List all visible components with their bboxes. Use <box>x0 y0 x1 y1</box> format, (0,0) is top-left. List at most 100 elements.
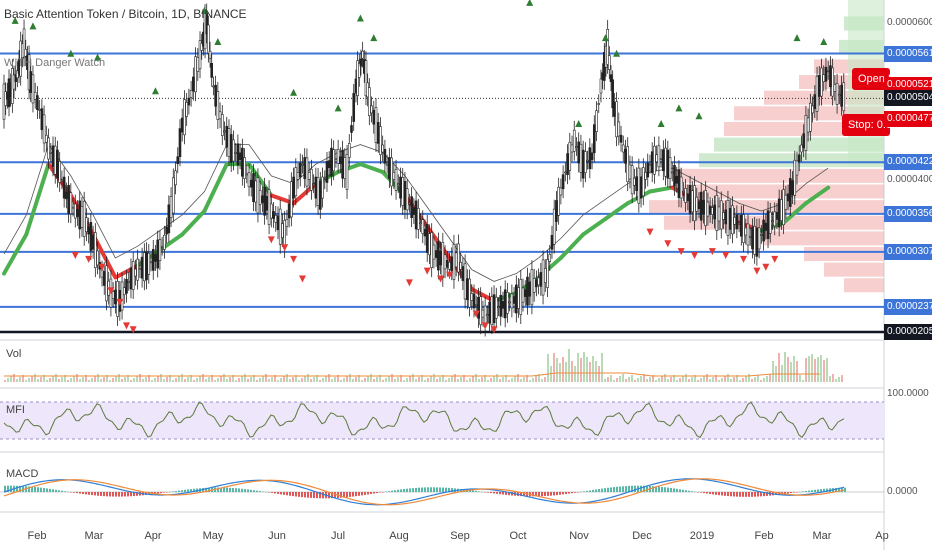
price-candle-body <box>543 268 547 283</box>
volume-bar <box>307 374 309 382</box>
volume-bar <box>226 379 228 382</box>
price-candle-body <box>497 306 500 309</box>
price-candle-body <box>802 133 805 149</box>
price-candle-body <box>780 199 783 221</box>
volume-bar <box>739 380 741 382</box>
price-candle-body <box>826 70 830 72</box>
price-candle-body <box>463 263 467 300</box>
mfi-pane-label: MFI <box>6 404 25 416</box>
price-candle-body <box>252 173 255 202</box>
macd-histogram-bar <box>790 492 792 494</box>
price-candle-body <box>225 125 229 148</box>
volume-bar <box>166 377 168 382</box>
macd-histogram-bar <box>676 488 678 492</box>
price-candle-body <box>399 176 402 199</box>
price-candle-body <box>125 278 128 294</box>
volume-bar <box>244 374 246 382</box>
volume-bar <box>619 376 621 382</box>
x-axis-tick-label: Oct <box>509 530 527 542</box>
price-candle-body <box>274 215 278 223</box>
macd-histogram-bar <box>235 488 237 492</box>
volume-bar <box>697 380 699 382</box>
buy-signal-arrow <box>526 0 534 6</box>
volume-bar <box>535 376 537 382</box>
price-candle-body <box>267 189 271 226</box>
macd-histogram-bar <box>382 492 384 493</box>
macd-histogram-bar <box>46 488 48 492</box>
volume-bar <box>109 380 111 382</box>
sell-signal-arrow <box>664 240 672 248</box>
macd-histogram-bar <box>538 492 540 497</box>
macd-histogram-bar <box>181 490 183 492</box>
price-candle-body <box>753 225 756 255</box>
volume-bar <box>649 377 651 382</box>
price-candle-body <box>73 203 77 219</box>
macd-histogram-bar <box>286 492 288 496</box>
price-candle-body <box>102 271 106 286</box>
volume-bar <box>454 374 456 382</box>
macd-histogram-bar <box>355 492 357 497</box>
price-level-tag: 0.00002374 <box>884 298 932 315</box>
price-candle-body <box>657 145 661 168</box>
x-axis-tick-label: Jul <box>330 530 346 542</box>
volume-bar <box>343 378 345 382</box>
volume-bar <box>145 377 147 382</box>
price-candle-body <box>430 232 433 269</box>
price-candle-body <box>332 149 335 172</box>
price-candle-body <box>67 184 70 214</box>
macd-histogram-bar <box>406 488 408 492</box>
macd-histogram-bar <box>301 492 303 498</box>
price-candle-body <box>742 214 745 243</box>
macd-histogram-bar <box>664 487 666 492</box>
x-axis-tick-label: Sep <box>450 530 470 542</box>
price-candle-body <box>285 218 289 227</box>
price-candle-body <box>608 55 611 70</box>
macd-histogram-bar <box>562 492 564 495</box>
volume-bar <box>310 379 312 382</box>
price-candle-body <box>731 205 734 235</box>
price-candle-body <box>258 190 262 205</box>
price-candle-body <box>443 254 447 270</box>
macd-histogram-bar <box>787 492 789 494</box>
volume-bar <box>88 380 90 382</box>
buy-signal-arrow <box>675 104 683 112</box>
volume-profile-bar <box>804 247 884 262</box>
volume-bar <box>376 377 378 382</box>
price-candle-body <box>249 179 253 188</box>
volume-bar <box>670 377 672 382</box>
buy-signal-arrow <box>370 34 378 42</box>
volume-bar <box>424 380 426 382</box>
macd-histogram-bar <box>373 492 375 494</box>
price-candle-body <box>824 66 828 82</box>
price-candle-body <box>410 196 413 218</box>
volume-bar <box>553 353 555 382</box>
volume-bar <box>250 377 252 382</box>
volume-bar <box>262 376 264 382</box>
macd-histogram-bar <box>163 492 165 493</box>
price-candle-body <box>755 227 759 257</box>
macd-histogram-bar <box>403 489 405 492</box>
volume-bar <box>70 378 72 382</box>
stop-loss-label[interactable]: Stop: 0.0 <box>842 114 890 136</box>
volume-bar <box>397 377 399 382</box>
volume-bar <box>598 366 600 382</box>
volume-bar <box>745 376 747 382</box>
volume-bar <box>427 378 429 382</box>
volume-bar <box>601 353 603 382</box>
volume-bar <box>4 380 6 382</box>
macd-histogram-bar <box>391 490 393 492</box>
macd-histogram-bar <box>574 492 576 493</box>
macd-histogram-bar <box>34 486 36 492</box>
volume-bar <box>163 379 165 382</box>
price-candle-body <box>635 176 638 192</box>
macd-histogram-bar <box>706 492 708 494</box>
macd-histogram-bar <box>259 491 261 492</box>
volume-bar <box>799 375 801 382</box>
price-candle-body <box>577 141 580 164</box>
price-candle-body <box>588 147 592 170</box>
volume-bar <box>679 378 681 382</box>
price-candle-body <box>503 289 507 319</box>
price-candle-body <box>590 152 594 161</box>
volume-bar <box>418 377 420 382</box>
price-candle-body <box>472 293 476 309</box>
